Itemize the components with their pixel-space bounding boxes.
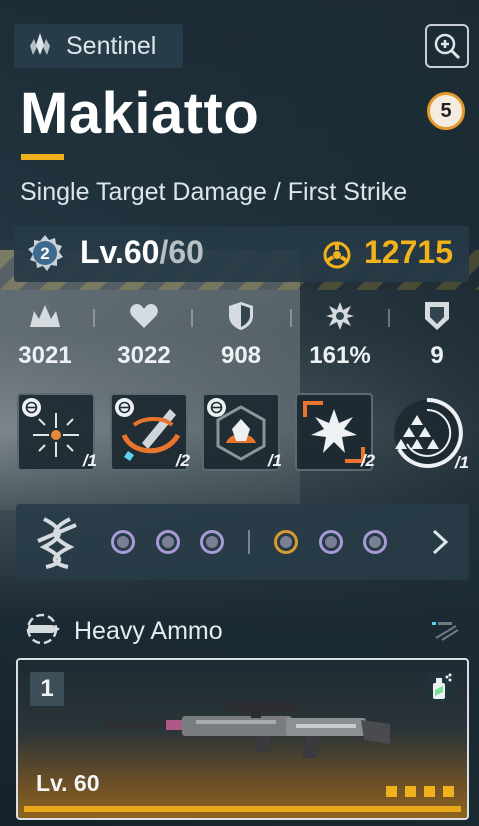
stat-crit-value: 161% [309, 342, 371, 369]
ammo-deco-icon [430, 618, 460, 642]
stability-icon [402, 300, 472, 332]
stat-health-value: 3022 [117, 342, 171, 369]
stat-stability: 9 [402, 300, 472, 370]
level-separator: / [159, 234, 169, 270]
rarity-pip [405, 786, 416, 797]
skill-count: /1 [267, 451, 282, 470]
rarity-pip [443, 786, 454, 797]
weapon-rarity-pips [386, 786, 454, 797]
rarity-pip [424, 786, 435, 797]
chevron-right-icon[interactable] [428, 527, 452, 557]
zoom-in-icon [434, 33, 461, 60]
level-max: 60 [168, 234, 204, 270]
heavy-ammo-icon [22, 612, 62, 651]
weapon-spray-icon [425, 672, 455, 702]
attack-icon [10, 300, 80, 332]
rank-badge[interactable]: 5 [427, 92, 465, 130]
level-display: Lv.60/60 [80, 234, 204, 271]
skill-count: /1 [82, 451, 97, 470]
character-name: Makiatto [20, 81, 260, 146]
skill-count: /2 [175, 451, 190, 470]
stat-stability-value: 9 [430, 342, 444, 369]
weapon-rarity-bar [24, 806, 461, 812]
stat-attack: 3021 [10, 300, 80, 370]
level-emblem-icon: 2 [26, 234, 64, 272]
skill-slot-ultimate[interactable]: /1 [387, 393, 469, 472]
mod-slot[interactable] [156, 530, 180, 554]
combat-power-icon [322, 240, 352, 270]
stat-crit: 161% [305, 300, 375, 370]
mod-slot[interactable] [111, 530, 135, 554]
stat-defense-value: 908 [220, 342, 262, 369]
defense-icon [206, 300, 276, 332]
mod-slot[interactable] [274, 530, 298, 554]
skill-slot-3[interactable]: /1 [202, 393, 282, 471]
sentinel-class-icon [26, 31, 54, 62]
level-current: Lv.60 [80, 234, 160, 270]
skill-slot-2[interactable]: /2 [110, 393, 190, 471]
weapon-slot-number: 1 [30, 672, 64, 706]
level-emblem-number: 2 [40, 244, 49, 263]
neural-mods-bar[interactable] [16, 504, 469, 580]
class-tag: Sentinel [14, 24, 183, 68]
combat-power-value: 12715 [364, 234, 453, 270]
stat-divider [93, 309, 95, 327]
neural-helix-icon [36, 515, 78, 574]
zoom-button[interactable] [425, 24, 469, 68]
rarity-pip [386, 786, 397, 797]
ammo-type-row: Heavy Ammo [22, 612, 223, 651]
stat-health: 3022 [109, 300, 179, 370]
mod-slot[interactable] [363, 530, 387, 554]
stat-divider [388, 309, 390, 327]
weapon-card[interactable]: 1 Lv. 60 [16, 658, 469, 820]
class-label: Sentinel [66, 31, 157, 60]
skill-slot-4[interactable]: /2 [295, 393, 375, 471]
health-icon [109, 300, 179, 332]
mod-slot[interactable] [200, 530, 224, 554]
role-description: Single Target Damage / First Strike [20, 178, 408, 206]
skill-slot-1[interactable]: /1 [17, 393, 97, 471]
mod-slot[interactable] [319, 530, 343, 554]
stat-attack-value: 3021 [18, 342, 72, 369]
ultimate-triangles-icon [394, 397, 463, 468]
crit-icon [305, 300, 375, 332]
weapon-level: Lv. 60 [36, 770, 100, 796]
name-underline [21, 154, 64, 160]
skill-count: /1 [454, 453, 469, 472]
sniper-rifle-image [106, 702, 390, 758]
stat-divider [290, 309, 292, 327]
mods-divider [248, 530, 250, 554]
stat-divider [191, 309, 193, 327]
skill-count: /2 [360, 451, 375, 470]
stat-defense: 908 [206, 300, 276, 370]
ammo-type-label: Heavy Ammo [74, 617, 223, 645]
